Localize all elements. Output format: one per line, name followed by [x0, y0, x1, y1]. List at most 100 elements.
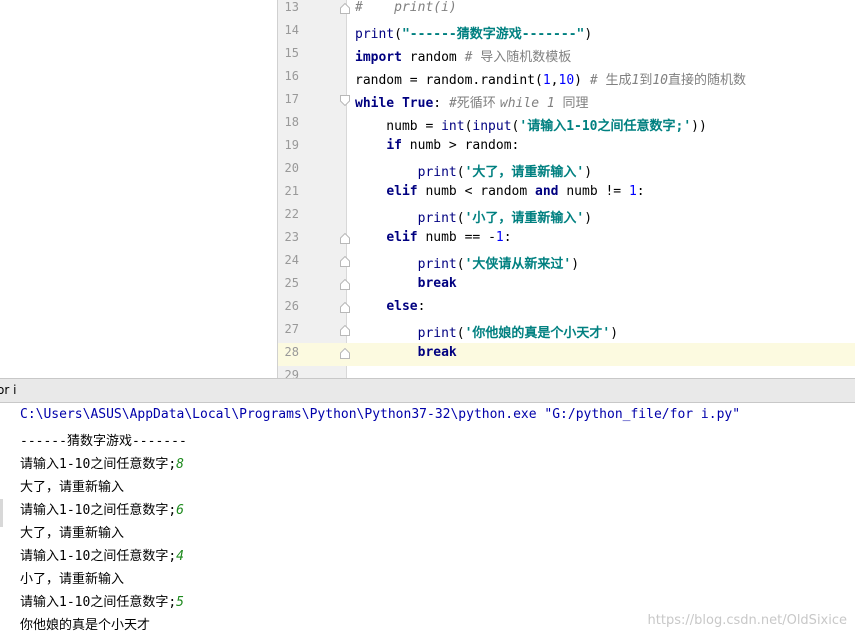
- code-line-14[interactable]: 14 print("------猜数字游戏-------"): [278, 21, 855, 44]
- console-text: ------: [20, 434, 67, 449]
- run-console[interactable]: C:\Users\ASUS\AppData\Local\Programs\Pyt…: [0, 403, 855, 641]
- line-number: 25: [284, 276, 299, 290]
- code-token: (: [394, 27, 402, 42]
- console-text: 请输入: [20, 595, 60, 610]
- code-text[interactable]: break: [355, 345, 457, 360]
- fold-marker-icon[interactable]: [340, 233, 350, 244]
- code-text[interactable]: elif numb == -1:: [355, 230, 512, 245]
- code-text[interactable]: if numb > random:: [355, 138, 519, 153]
- code-token: (: [456, 326, 465, 341]
- code-line-16[interactable]: 16 random = random.randint(1,10) # 生成1到10…: [278, 67, 855, 90]
- code-line-26[interactable]: 26 else:: [278, 297, 855, 320]
- code-text[interactable]: numb = int(input('请输入1-10之间任意数字;')): [355, 115, 707, 134]
- console-output-line: 你他娘的真是个小天才: [20, 614, 150, 636]
- code-token: (: [456, 165, 465, 180]
- code-token: if: [386, 138, 402, 153]
- editor-blank-area: [0, 0, 277, 378]
- fold-marker-icon[interactable]: [340, 256, 350, 267]
- console-user-input: 8: [176, 457, 184, 472]
- code-line-28[interactable]: 28 break: [278, 343, 855, 366]
- console-text: 之间任意数字: [90, 457, 169, 472]
- code-token: elif: [386, 184, 418, 199]
- code-token: print: [417, 257, 457, 272]
- code-line-17[interactable]: 17 while True: #死循环 while 1 同理: [278, 90, 855, 113]
- code-text[interactable]: print('小了，请重新输入'): [355, 207, 592, 226]
- code-text[interactable]: print("------猜数字游戏-------"): [355, 23, 592, 42]
- code-token: ): [584, 211, 593, 226]
- code-token: numb =: [355, 119, 442, 134]
- console-output-line: 请输入1-10之间任意数字;6: [20, 499, 184, 521]
- code-text[interactable]: print('你他娘的真是个小天才'): [355, 322, 618, 341]
- code-line-21[interactable]: 21 elif numb < random and numb != 1:: [278, 182, 855, 205]
- code-editor[interactable]: 13 # print(i) 14 print("------猜数字游戏-------"…: [0, 0, 855, 382]
- code-token: elif: [386, 230, 418, 245]
- code-token: #: [589, 73, 606, 88]
- line-number: 16: [284, 69, 299, 83]
- fold-marker-icon[interactable]: [340, 302, 350, 313]
- code-token: print: [417, 326, 457, 341]
- console-text: -------: [131, 434, 187, 449]
- fold-marker-icon[interactable]: [340, 279, 350, 290]
- code-token: '大侠请从新来过': [464, 257, 572, 272]
- console-text: 1-10: [59, 595, 91, 610]
- code-line-24[interactable]: 24 print('大侠请从新来过'): [278, 251, 855, 274]
- code-text[interactable]: print('大侠请从新来过'): [355, 253, 579, 272]
- code-token: while: [355, 96, 395, 111]
- console-output-line: 大了，请重新输入: [20, 476, 124, 498]
- line-number: 28: [284, 345, 299, 359]
- fold-marker-icon[interactable]: [340, 325, 350, 336]
- code-line-23[interactable]: 23 elif numb == -1:: [278, 228, 855, 251]
- line-number: 17: [284, 92, 299, 106]
- fold-marker-icon[interactable]: [340, 3, 350, 14]
- code-text[interactable]: import random # 导入随机数模板: [355, 46, 571, 65]
- line-number: 18: [284, 115, 299, 129]
- code-line-19[interactable]: 19 if numb > random:: [278, 136, 855, 159]
- console-text: 猜数字游戏: [66, 434, 132, 449]
- code-token: "------猜数字游戏-------": [401, 27, 585, 42]
- line-number: 22: [284, 207, 299, 221]
- console-text: C:\Users\ASUS\AppData\Local\Programs\Pyt…: [20, 407, 741, 422]
- line-number: 23: [284, 230, 299, 244]
- console-output-line: ------猜数字游戏-------: [20, 430, 187, 452]
- code-token: import: [355, 50, 402, 65]
- code-line-22[interactable]: 22 print('小了，请重新输入'): [278, 205, 855, 228]
- fold-marker-icon[interactable]: [340, 348, 350, 359]
- code-line-15[interactable]: 15 import random # 导入随机数模板: [278, 44, 855, 67]
- line-number: 26: [284, 299, 299, 313]
- code-token: :: [433, 96, 449, 111]
- code-token: numb < random: [417, 184, 536, 199]
- code-text[interactable]: while True: #死循环 while 1 同理: [355, 92, 589, 111]
- code-token: '请输入1-10之间任意数字;': [519, 119, 692, 134]
- console-text: 之间任意数字: [90, 549, 169, 564]
- console-output-line: 小了，请重新输入: [20, 568, 124, 590]
- code-text[interactable]: elif numb < random and numb != 1:: [355, 184, 644, 199]
- code-text[interactable]: break: [355, 276, 457, 291]
- code-line-20[interactable]: 20 print('大了，请重新输入'): [278, 159, 855, 182]
- code-token: ): [610, 326, 619, 341]
- code-line-25[interactable]: 25 break: [278, 274, 855, 297]
- code-text[interactable]: random = random.randint(1,10) # 生成1到10直接…: [355, 69, 746, 88]
- code-text[interactable]: else:: [355, 299, 425, 314]
- code-line-13[interactable]: 13 # print(i): [278, 0, 855, 21]
- fold-marker-icon[interactable]: [340, 95, 350, 106]
- code-token: 1: [628, 184, 637, 199]
- run-panel-header: or i: [0, 378, 855, 403]
- code-token: :: [503, 230, 512, 245]
- code-token: ): [584, 165, 593, 180]
- code-token: (: [456, 257, 465, 272]
- code-line-27[interactable]: 27 print('你他娘的真是个小天才'): [278, 320, 855, 343]
- code-line-18[interactable]: 18 numb = int(input('请输入1-10之间任意数字;')): [278, 113, 855, 136]
- console-text: 你他娘的真是个小天才: [20, 618, 151, 633]
- code-token: else: [386, 299, 418, 314]
- watermark-text: https://blog.csdn.net/OldSixice: [647, 613, 847, 628]
- code-text[interactable]: print('大了，请重新输入'): [355, 161, 592, 180]
- console-text: 1-10: [59, 549, 91, 564]
- code-text[interactable]: # print(i): [355, 0, 457, 15]
- run-tab-title[interactable]: or i: [0, 383, 16, 397]
- code-token: numb > random:: [401, 138, 520, 153]
